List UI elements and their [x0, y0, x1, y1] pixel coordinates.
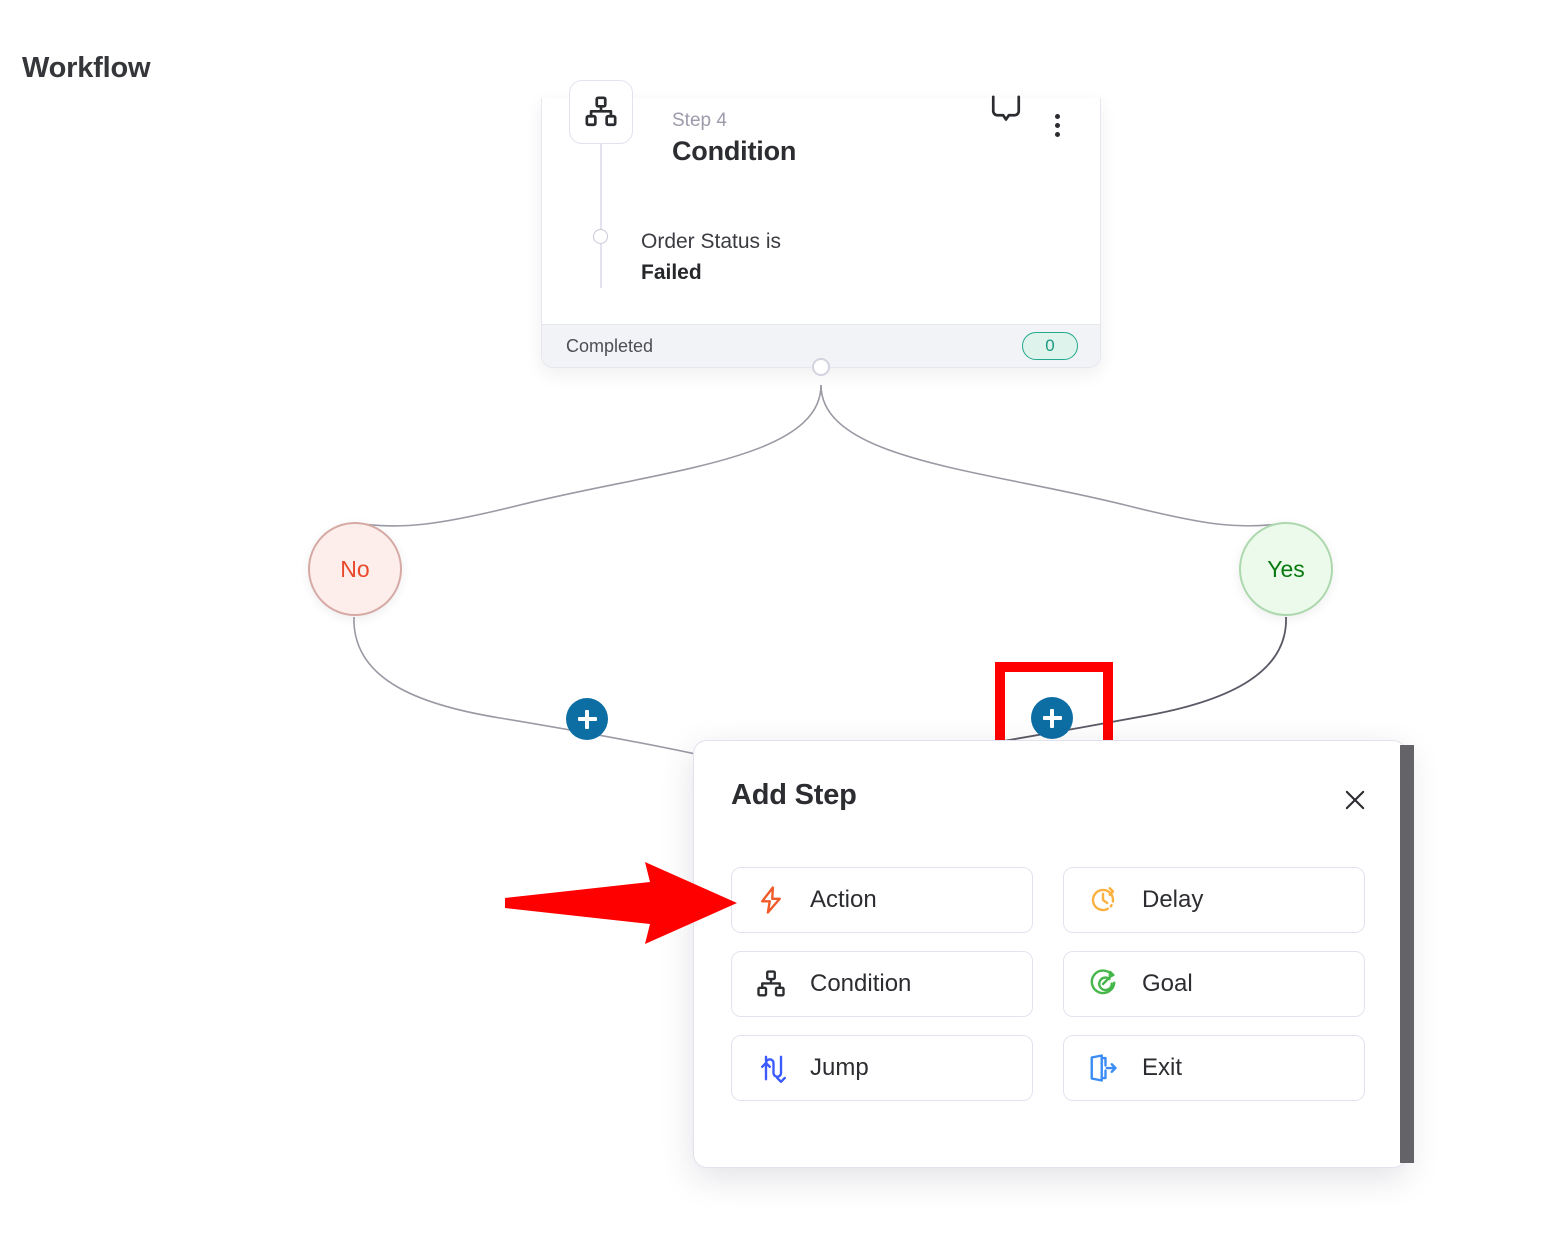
add-step-option-goal[interactable]: Goal [1063, 951, 1365, 1017]
branch-node-no-label: No [340, 555, 370, 582]
step-card-status-badge: 0 [1022, 332, 1078, 360]
add-step-panel[interactable]: Add Step Action Delay Condition Goal Jum… [693, 740, 1414, 1168]
sitemap-icon [569, 80, 633, 144]
add-step-option-exit[interactable]: Exit [1063, 1035, 1365, 1101]
step-card-condition-text: Order Status is Failed [641, 226, 781, 288]
sitemap-icon [754, 967, 788, 1001]
step-card-body: Step 4 Condition Order Status is Failed [542, 80, 1100, 325]
add-step-option-condition-label: Condition [810, 970, 912, 997]
add-step-option-goal-label: Goal [1142, 970, 1193, 997]
add-step-option-jump[interactable]: Jump [731, 1035, 1033, 1101]
add-step-panel-header: Add Step [694, 741, 1406, 851]
menu-dot [1055, 132, 1060, 137]
add-step-option-action[interactable]: Action [731, 867, 1033, 933]
branch-node-no[interactable]: No [308, 522, 402, 616]
branch-node-yes[interactable]: Yes [1239, 522, 1333, 616]
add-step-option-condition[interactable]: Condition [731, 951, 1033, 1017]
door-exit-icon [1086, 1051, 1120, 1085]
add-step-option-exit-label: Exit [1142, 1054, 1183, 1081]
add-step-panel-title: Add Step [731, 779, 857, 811]
add-step-option-delay[interactable]: Delay [1063, 867, 1365, 933]
add-step-option-delay-label: Delay [1142, 886, 1204, 913]
step-card-connector-stem [600, 144, 602, 288]
close-icon[interactable] [1340, 785, 1370, 815]
step-card-status-label: Completed [566, 335, 654, 356]
add-step-plus-no-branch[interactable] [566, 698, 608, 740]
step-card-output-port[interactable] [812, 358, 830, 376]
lightning-bolt-icon [754, 883, 788, 917]
step-card-title: Condition [672, 136, 797, 166]
comment-icon[interactable] [989, 94, 1023, 133]
jump-arrows-icon [754, 1051, 788, 1085]
step-card-step-number: Step 4 [672, 110, 727, 131]
more-vertical-icon[interactable] [1051, 110, 1064, 141]
workflow-step-card-condition[interactable]: Step 4 Condition Order Status is Failed … [541, 80, 1101, 376]
add-step-options-grid: Action Delay Condition Goal Jump Exit [731, 867, 1365, 1101]
clock-dashed-icon [1086, 883, 1120, 917]
add-step-option-action-label: Action [810, 886, 877, 913]
branch-node-yes-label: Yes [1267, 555, 1305, 582]
target-dart-icon [1086, 967, 1120, 1001]
step-card-condition-dot [593, 229, 608, 244]
condition-value: Failed [641, 261, 702, 285]
condition-prefix: Order Status is [641, 230, 782, 253]
add-step-option-jump-label: Jump [810, 1054, 869, 1081]
menu-dot [1055, 123, 1060, 128]
menu-dot [1055, 114, 1060, 119]
